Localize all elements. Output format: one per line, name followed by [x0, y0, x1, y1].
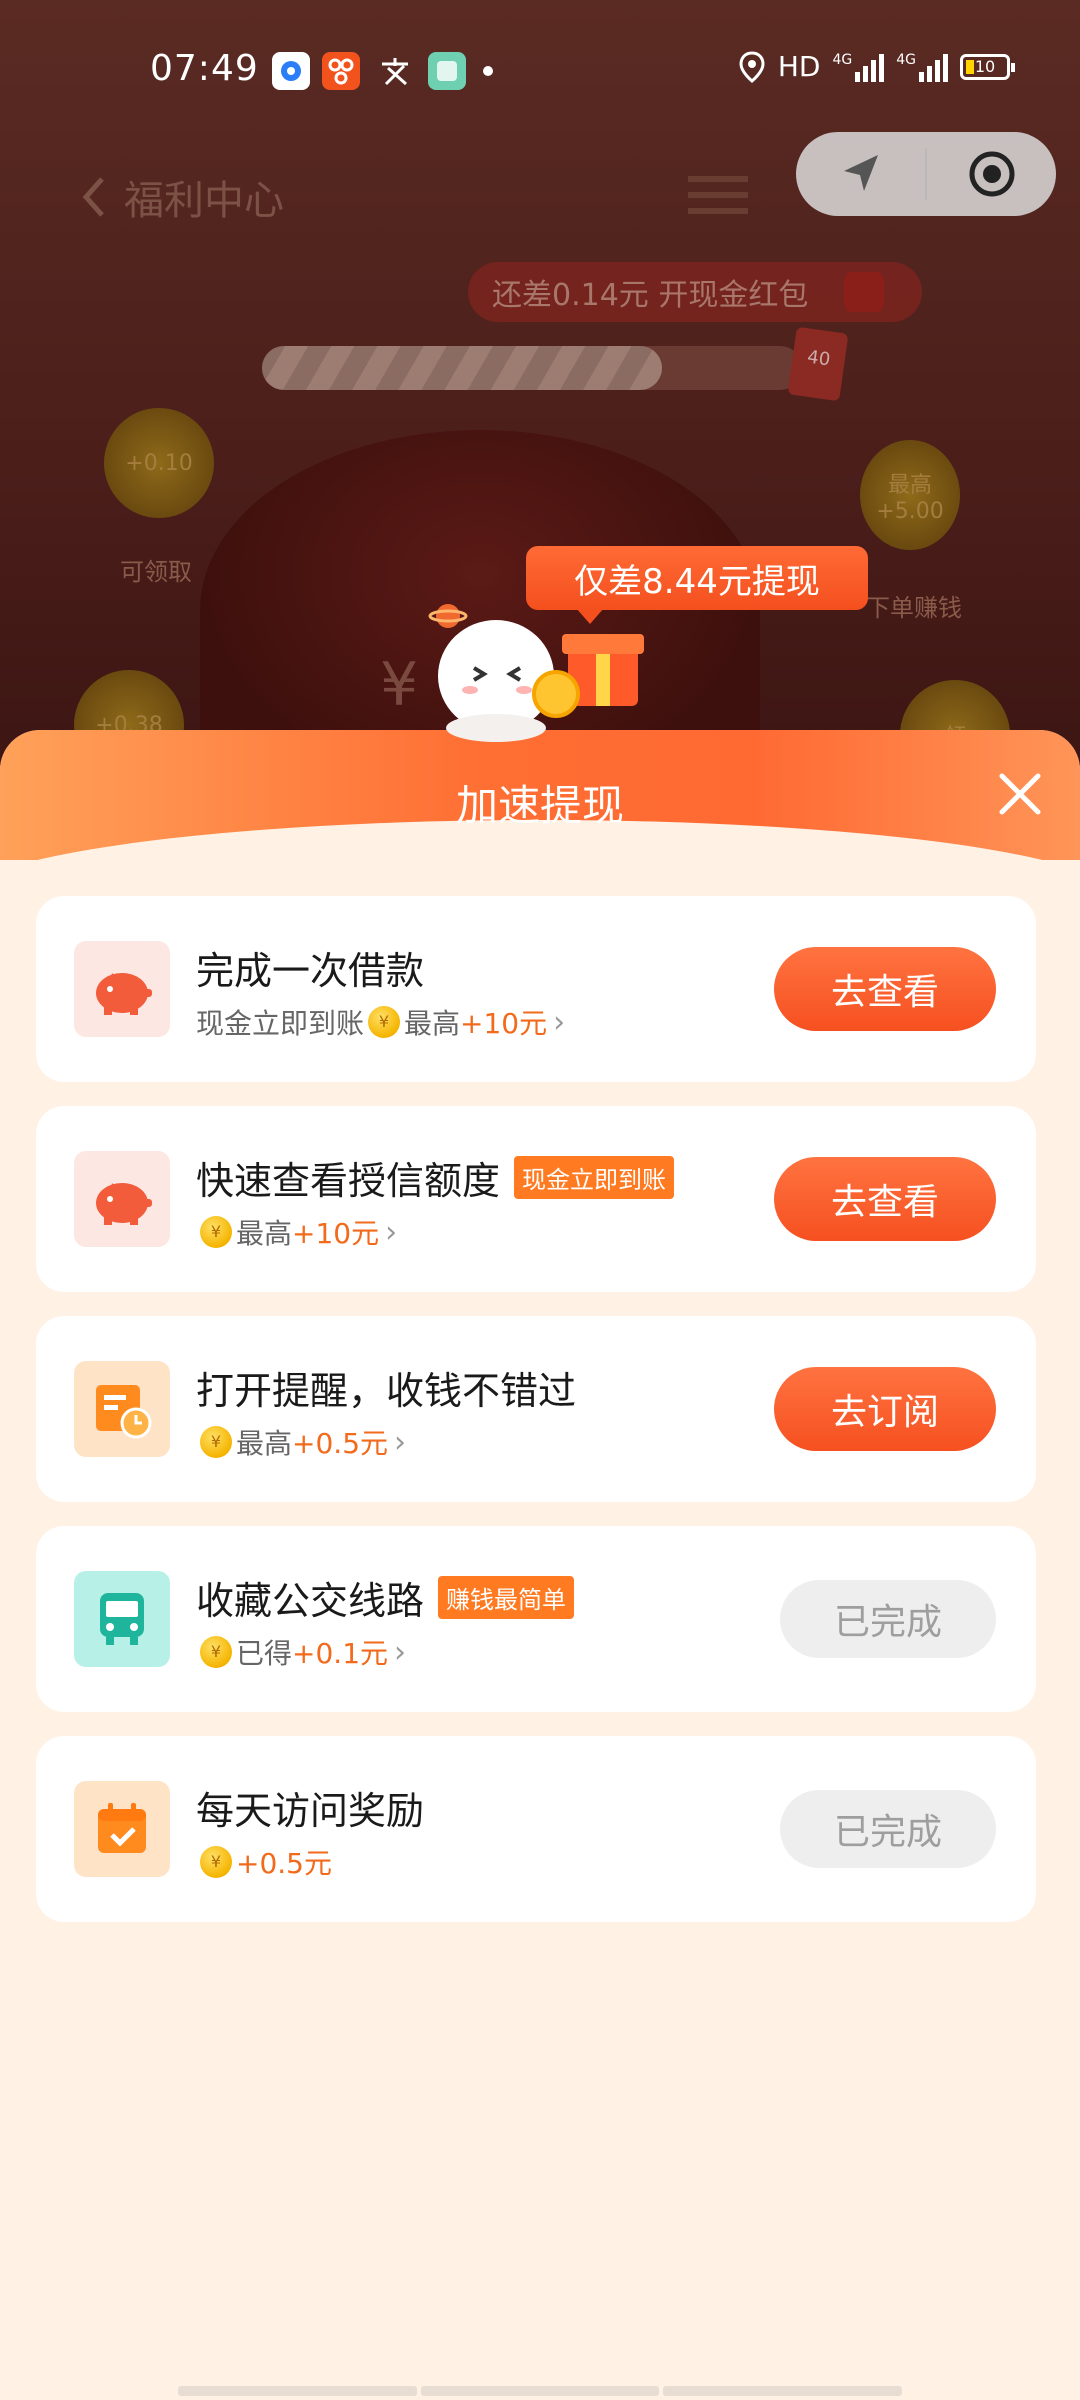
- task-list: 完成一次借款 现金立即到账 ¥ 最高 +10元 › 去查看 快速查看授信额度 现…: [36, 896, 1036, 1946]
- coin-icon: ¥: [200, 1426, 232, 1458]
- task-tag: 赚钱最简单: [438, 1576, 575, 1619]
- app-notification-icon: [376, 52, 414, 90]
- battery-icon: 10: [960, 53, 1015, 80]
- signal-icon: 4G: [832, 52, 885, 82]
- task-reward-amount: +0.1元: [292, 1637, 389, 1670]
- share-button[interactable]: [796, 132, 925, 216]
- close-icon: [999, 773, 1041, 815]
- reward-coin: +0.10: [104, 408, 214, 518]
- chevron-right-icon: ›: [553, 1004, 566, 1040]
- bus-icon: [100, 1593, 144, 1645]
- reward-coin-label: 可领取: [120, 558, 192, 586]
- status-time: 07:49: [150, 48, 259, 89]
- task-card-credit: 快速查看授信额度 现金立即到账 ¥ 最高 +10元 › 去查看: [36, 1106, 1036, 1292]
- status-indicators: HD 4G 4G 10: [738, 50, 1015, 83]
- calendar-check-icon: [98, 1803, 146, 1853]
- progress-bar: [262, 346, 802, 390]
- completed-button[interactable]: 已完成: [780, 1580, 996, 1658]
- piggy-bank-icon: [96, 973, 152, 1015]
- yuan-symbol: ¥: [380, 650, 419, 720]
- miniprogram-capsule: [796, 132, 1056, 216]
- withdraw-gap-badge: 仅差8.44元提现: [526, 546, 868, 624]
- reward-coin-label: 下单赚钱: [866, 594, 962, 622]
- coin-icon: ¥: [368, 1006, 401, 1038]
- chevron-right-icon: ›: [394, 1634, 407, 1670]
- task-icon-container: [74, 1781, 170, 1877]
- progress-flag: 40: [787, 326, 849, 402]
- location-icon: [739, 50, 765, 83]
- coin-icon: ¥: [200, 1216, 232, 1248]
- menu-icon: [688, 176, 748, 214]
- task-card-reminder: 打开提醒，收钱不错过 ¥ 最高 +0.5元 › 去订阅: [36, 1316, 1036, 1502]
- task-reward[interactable]: ¥ 最高 +0.5元 ›: [196, 1422, 406, 1462]
- reminder-clock-icon: [96, 1385, 152, 1439]
- task-reward-amount: +10元: [292, 1217, 380, 1250]
- task-tag: 现金立即到账: [514, 1156, 675, 1199]
- app-notification-icon: [322, 52, 360, 90]
- target-icon: [969, 151, 1014, 197]
- page-title: 福利中心: [124, 178, 284, 224]
- background-header: 福利中心: [80, 168, 284, 226]
- sheet-title: 加速提现: [455, 781, 624, 830]
- close-button[interactable]: [990, 764, 1050, 824]
- task-reward-label: 最高: [236, 1427, 293, 1460]
- task-icon-container: [74, 1361, 170, 1457]
- task-icon-container: [74, 1151, 170, 1247]
- piggy-bank-icon: [96, 1183, 152, 1225]
- task-reward: ¥ +0.5元: [196, 1842, 332, 1882]
- view-button[interactable]: 去查看: [774, 947, 996, 1031]
- task-card-bus-route: 收藏公交线路 赚钱最简单 ¥ 已得 +0.1元 › 已完成: [36, 1526, 1036, 1712]
- navigation-arrow-icon: [843, 155, 878, 191]
- chevron-right-icon: ›: [385, 1214, 398, 1250]
- subscribe-button[interactable]: 去订阅: [774, 1367, 996, 1451]
- sheet-header: 加速提现: [0, 730, 1080, 920]
- task-title: 打开提醒，收钱不错过: [196, 1369, 577, 1413]
- reward-coin: 最高 +5.00: [860, 440, 960, 550]
- progress-hint: 还差0.14元 开现金红包: [468, 262, 922, 322]
- task-card-daily-visit: 每天访问奖励 ¥ +0.5元 已完成: [36, 1736, 1036, 1922]
- task-reward[interactable]: ¥ 已得 +0.1元 ›: [196, 1632, 406, 1672]
- app-notification-icon: [428, 52, 466, 90]
- red-packet-icon: [844, 272, 885, 312]
- more-notifications-icon: [482, 52, 520, 90]
- completed-button[interactable]: 已完成: [780, 1790, 996, 1868]
- task-reward[interactable]: 现金立即到账 ¥ 最高 +10元 ›: [196, 1002, 565, 1042]
- task-title: 收藏公交线路: [196, 1579, 425, 1623]
- task-reward[interactable]: ¥ 最高 +10元 ›: [196, 1212, 397, 1252]
- view-button[interactable]: 去查看: [774, 1157, 996, 1241]
- task-icon-container: [74, 941, 170, 1037]
- task-title: 每天访问奖励: [196, 1789, 425, 1833]
- close-miniprogram-button[interactable]: [927, 132, 1056, 216]
- task-reward-label: 最高: [404, 1007, 461, 1040]
- app-notification-icon: [272, 52, 310, 90]
- task-reward-amount: +0.5元: [236, 1847, 332, 1880]
- task-title: 完成一次借款: [196, 949, 425, 993]
- task-reward-amount: +10元: [460, 1007, 548, 1040]
- speed-up-withdraw-sheet: 加速提现 完成一次借款 现金立即到账 ¥ 最高 +10元 › 去查看 快速查看授…: [0, 730, 1080, 2400]
- task-reward-prefix: 现金立即到账: [196, 1007, 365, 1040]
- task-icon-container: [74, 1571, 170, 1667]
- network-label: HD: [777, 50, 821, 83]
- task-reward-label: 最高: [236, 1217, 293, 1250]
- task-card-loan: 完成一次借款 现金立即到账 ¥ 最高 +10元 › 去查看: [36, 896, 1036, 1082]
- mascot-icon: [428, 604, 644, 742]
- navigation-gesture-bar: [178, 2386, 903, 2396]
- task-reward-amount: +0.5元: [292, 1427, 389, 1460]
- status-bar: 07:49 HD 4G 4G 10: [0, 0, 1080, 140]
- task-title: 快速查看授信额度: [196, 1159, 501, 1203]
- signal-icon: 4G: [896, 52, 948, 82]
- chevron-right-icon: ›: [394, 1424, 407, 1460]
- task-reward-label: 已得: [236, 1637, 293, 1670]
- coin-icon: ¥: [200, 1846, 232, 1878]
- coin-icon: ¥: [200, 1636, 232, 1668]
- back-arrow-icon: [82, 177, 104, 217]
